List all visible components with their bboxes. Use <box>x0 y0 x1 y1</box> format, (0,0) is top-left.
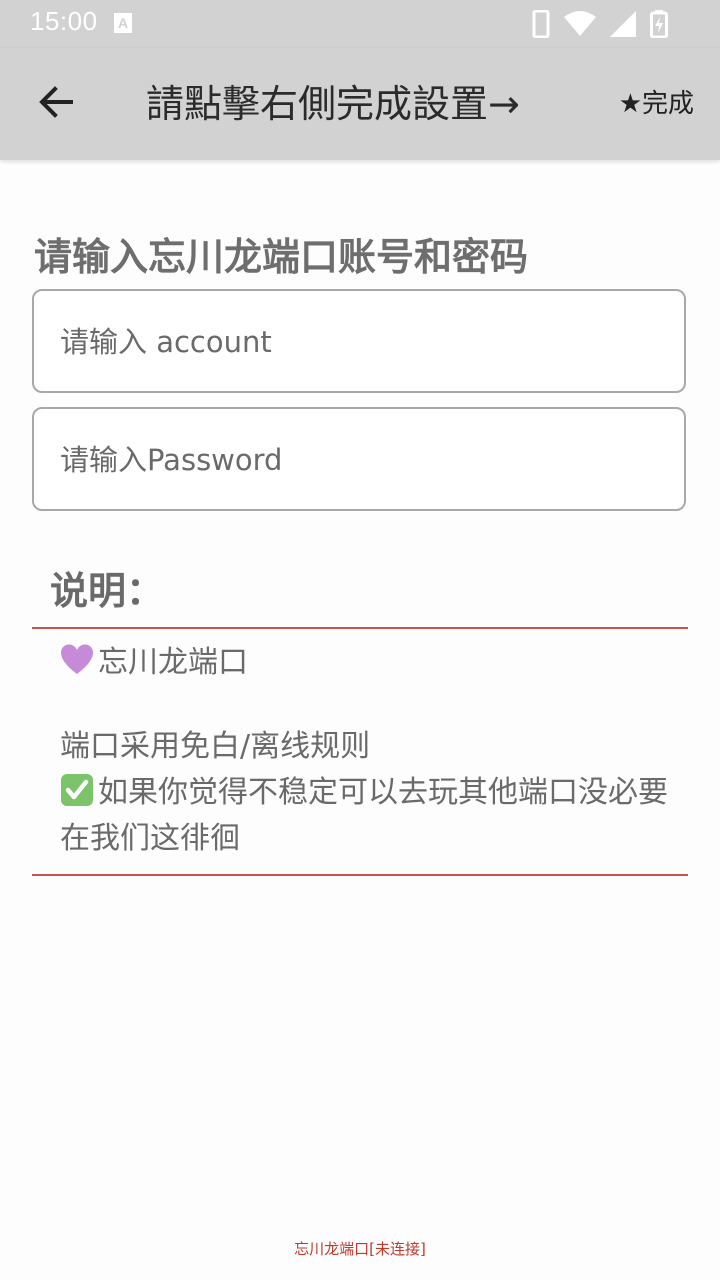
done-button[interactable]: ★完成 <box>619 86 694 122</box>
password-field <box>32 407 686 511</box>
status-icons <box>532 10 668 38</box>
description-line-1: 忘川龙端口 <box>60 640 680 686</box>
connection-status: 忘川龙端口[未连接] <box>294 1240 426 1258</box>
app-bar: 請點擊右側完成設置→ ★完成 <box>0 48 720 160</box>
description-line-1-text: 忘川龙端口 <box>98 645 248 680</box>
description-gap <box>60 686 680 724</box>
text-a-notification-icon: A <box>114 13 132 33</box>
check-mark-button-icon <box>60 773 94 807</box>
description-title: 说明： <box>50 569 165 613</box>
purple-heart-icon <box>60 643 94 677</box>
account-field <box>32 289 686 393</box>
wifi-icon <box>564 11 596 37</box>
divider-bottom <box>32 874 688 876</box>
description-line-3: 如果你觉得不稳定可以去玩其他端口没必要在我们这徘徊 <box>60 770 680 862</box>
back-button[interactable] <box>28 76 84 132</box>
signal-icon <box>610 11 636 37</box>
form-heading: 请输入忘川龙端口账号和密码 <box>34 235 529 279</box>
battery-charging-icon <box>650 10 668 38</box>
divider-top <box>32 627 688 629</box>
arrow-left-icon <box>38 84 74 124</box>
status-bar: 15:00 A <box>0 0 720 48</box>
phone-icon <box>532 10 550 38</box>
app-title: 請點擊右側完成設置→ <box>146 82 520 126</box>
description-text: 忘川龙端口 端口采用免白/离线规则 如果你觉得不稳定可以去玩其他端口没必要在我们… <box>60 640 680 862</box>
description-line-3-text: 如果你觉得不稳定可以去玩其他端口没必要在我们这徘徊 <box>60 775 668 856</box>
account-input[interactable] <box>58 291 662 393</box>
description-line-2: 端口采用免白/离线规则 <box>60 729 371 764</box>
status-time: 15:00 <box>30 6 98 36</box>
password-input[interactable] <box>58 409 662 511</box>
